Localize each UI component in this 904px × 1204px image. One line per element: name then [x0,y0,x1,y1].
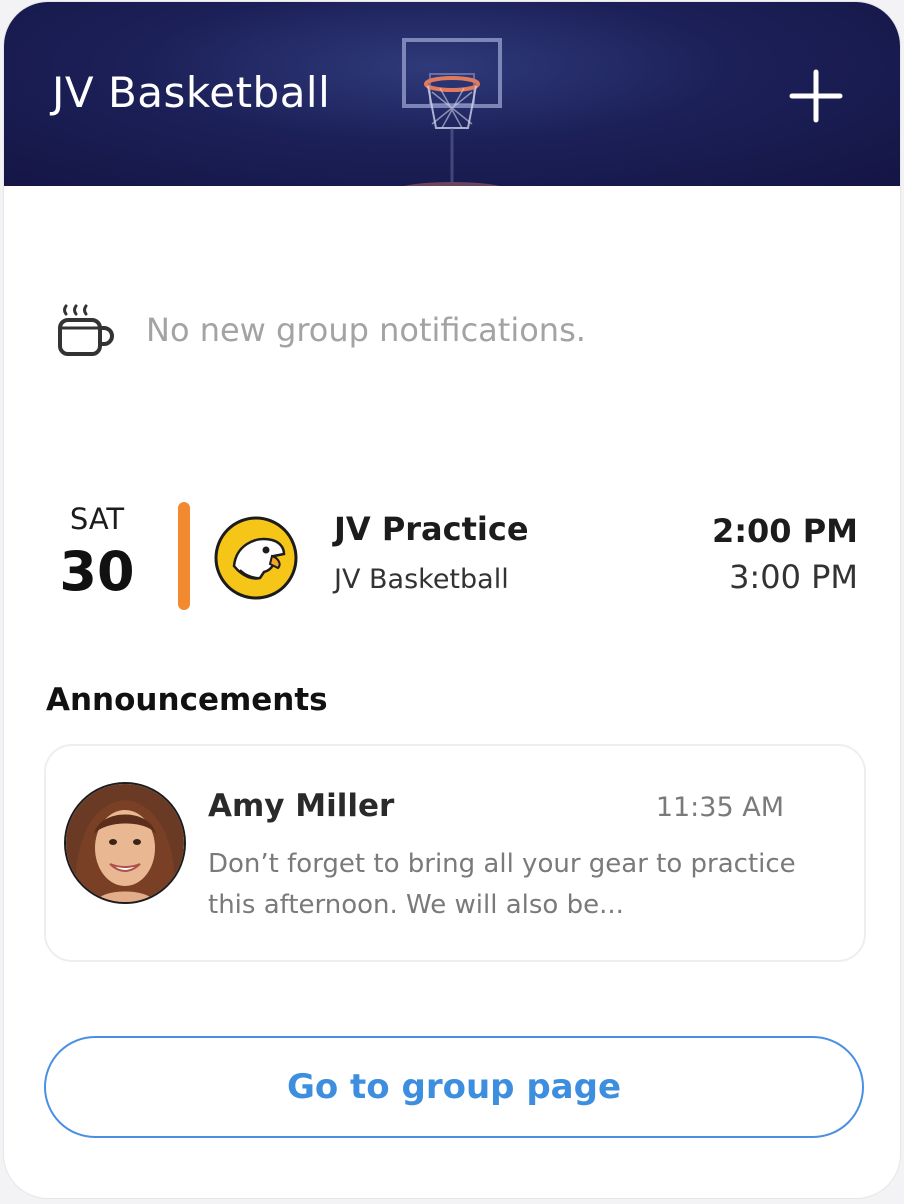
announcement-author: Amy Miller [208,788,395,824]
event-title: JV Practice [334,510,529,548]
user-photo-icon [66,784,184,902]
announcement-body: Don’t forget to bring all your gear to p… [208,849,796,920]
avatar [64,782,186,904]
notification-message: No new group notifications. [146,311,586,349]
coffee-cup-icon [58,304,114,356]
event-end-time: 3:00 PM [729,558,858,596]
group-header: JV Basketball [4,2,900,186]
event-group-name: JV Basketball [334,564,509,595]
basketball-hoop-icon [402,38,502,186]
notification-status: No new group notifications. [54,298,586,362]
event-item[interactable]: SAT 30 JV Practice JV Basketball 2:00 PM… [44,498,864,618]
event-start-time: 2:00 PM [711,512,858,550]
group-card: JV Basketball No new group notifications… [4,2,900,1198]
eagle-mascot-icon [214,516,298,600]
event-accent-bar [178,502,190,610]
event-date: 30 [59,540,135,603]
announcement-time: 11:35 AM [655,792,784,823]
group-title: JV Basketball [52,68,331,117]
event-day-of-week: SAT [69,502,125,536]
announcements-heading: Announcements [46,682,328,718]
announcement-item[interactable]: Amy Miller 11:35 AM Don’t forget to brin… [44,744,866,962]
add-icon[interactable] [788,68,844,124]
go-to-group-page-button[interactable]: Go to group page [44,1036,864,1138]
